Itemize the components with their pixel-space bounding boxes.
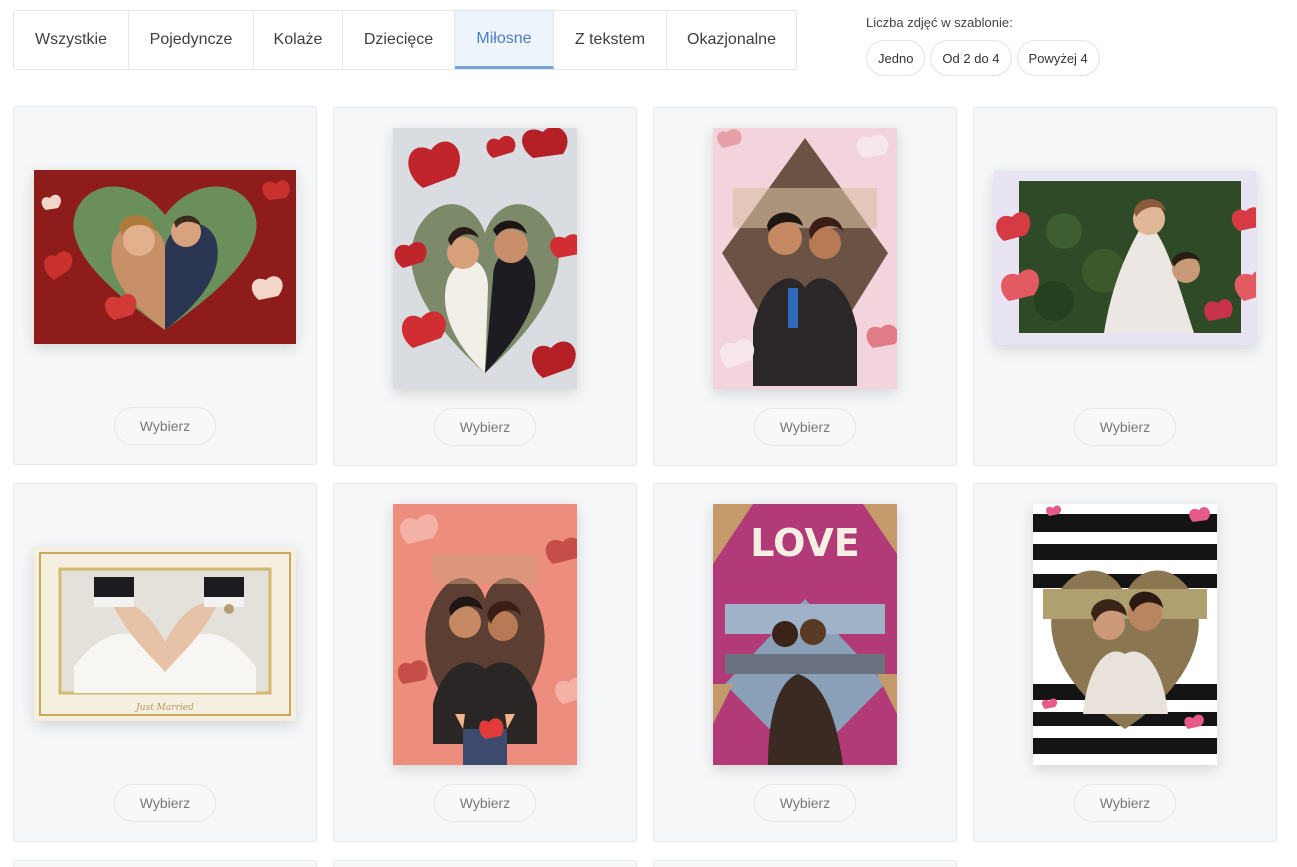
- photo-count-filter: Liczba zdjęć w szablonie: Jedno Od 2 do …: [866, 14, 1100, 76]
- category-tabs: Wszystkie Pojedyncze Kolaże Dziecięce Mi…: [13, 10, 797, 70]
- template-card[interactable]: LOVE Wybierz: [653, 483, 957, 842]
- select-template-button[interactable]: Wybierz: [434, 408, 536, 446]
- filter-label: Liczba zdjęć w szablonie:: [866, 15, 1013, 30]
- filter-option-one[interactable]: Jedno: [866, 40, 926, 76]
- select-template-button[interactable]: Wybierz: [1074, 784, 1176, 822]
- template-card[interactable]: [653, 860, 957, 867]
- tab-z-tekstem[interactable]: Z tekstem: [554, 11, 667, 69]
- template-thumbnail[interactable]: LOVE: [713, 504, 897, 765]
- select-template-button[interactable]: Wybierz: [1074, 408, 1176, 446]
- love-caption: LOVE: [750, 521, 860, 565]
- template-card[interactable]: Wybierz: [333, 107, 637, 466]
- template-thumbnail[interactable]: Just Married: [34, 547, 296, 721]
- template-thumbnail[interactable]: [713, 128, 897, 389]
- select-template-button[interactable]: Wybierz: [434, 784, 536, 822]
- template-thumbnail[interactable]: [34, 170, 296, 344]
- just-married-caption: Just Married: [134, 703, 194, 713]
- select-template-button[interactable]: Wybierz: [114, 784, 216, 822]
- paper-hearts-image: [393, 128, 577, 389]
- select-template-button[interactable]: Wybierz: [754, 784, 856, 822]
- template-thumbnail[interactable]: [1033, 504, 1217, 765]
- select-template-button[interactable]: Wybierz: [754, 408, 856, 446]
- template-card[interactable]: Wybierz: [653, 107, 957, 466]
- filter-option-more-than-four[interactable]: Powyżej 4: [1016, 40, 1100, 76]
- template-thumbnail[interactable]: [393, 504, 577, 765]
- tab-dzieciece[interactable]: Dziecięce: [343, 11, 455, 69]
- template-card[interactable]: Wybierz: [973, 483, 1277, 842]
- tab-milosne[interactable]: Miłosne: [455, 11, 554, 69]
- filter-options: Jedno Od 2 do 4 Powyżej 4: [866, 40, 1100, 76]
- template-card[interactable]: Wybierz: [13, 106, 317, 465]
- filter-option-two-to-four[interactable]: Od 2 do 4: [930, 40, 1012, 76]
- template-card[interactable]: [13, 860, 317, 867]
- template-card[interactable]: Wybierz: [973, 107, 1277, 466]
- tab-pojedyncze[interactable]: Pojedyncze: [129, 11, 254, 69]
- tab-kolaze[interactable]: Kolaże: [254, 11, 343, 69]
- template-thumbnail[interactable]: [994, 171, 1256, 345]
- template-card[interactable]: Just Married Wybierz: [13, 483, 317, 842]
- template-card[interactable]: Wybierz: [333, 483, 637, 842]
- tab-okazjonalne[interactable]: Okazjonalne: [667, 11, 796, 69]
- pink-diamond-image: [713, 128, 897, 389]
- hearts-border-image: [994, 171, 1256, 345]
- template-thumbnail[interactable]: [393, 128, 577, 389]
- love-diamond-image: LOVE: [713, 504, 897, 765]
- gold-frame-image: Just Married: [34, 547, 296, 721]
- stripes-heart-image: [1033, 504, 1217, 765]
- select-template-button[interactable]: Wybierz: [114, 407, 216, 445]
- template-card[interactable]: [333, 860, 637, 867]
- heart-frame-image: [34, 170, 296, 344]
- tab-wszystkie[interactable]: Wszystkie: [14, 11, 129, 69]
- floral-heart-image: [393, 504, 577, 765]
